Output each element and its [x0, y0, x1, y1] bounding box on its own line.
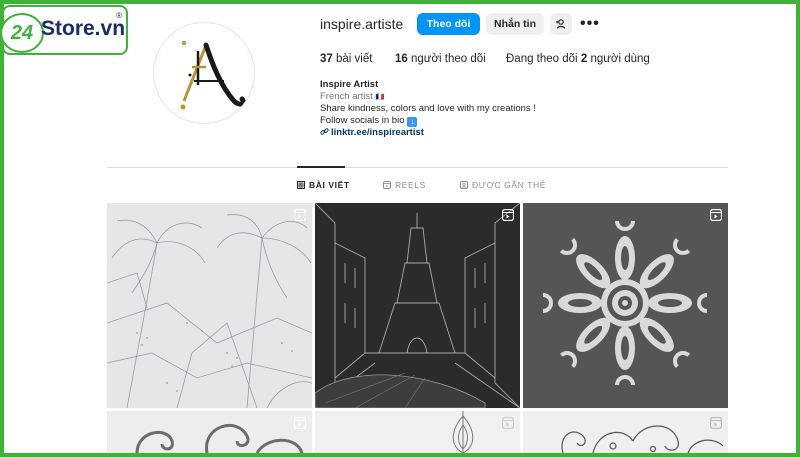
- followers-count[interactable]: 16 người theo dõi: [395, 53, 486, 65]
- down-arrow-icon: ↓: [407, 117, 418, 127]
- following-count-label: người dùng: [590, 53, 650, 65]
- following-count[interactable]: Đang theo dõi 2 người dùng: [506, 53, 650, 65]
- reels-icon: [383, 181, 391, 189]
- bio-follow-text: Follow socials in bio: [320, 115, 405, 126]
- profile-display-name: Inspire Artist: [320, 79, 379, 90]
- bio-text: Share kindness, colors and love with my …: [320, 103, 536, 114]
- tab-posts[interactable]: BÀI VIẾT: [297, 180, 350, 190]
- tab-tagged-label: ĐƯỢC GẮN THẺ: [472, 180, 547, 190]
- followers-count-value: 16: [395, 53, 408, 65]
- tab-reels[interactable]: REELS: [383, 180, 426, 190]
- palm-trees-coloring-image: [107, 214, 312, 408]
- grid-icon: [297, 181, 305, 189]
- bio-follow-line: Follow socials in bio ↓: [320, 115, 418, 127]
- following-count-value: 2: [580, 53, 588, 65]
- peacock-feather-image: [452, 411, 474, 453]
- suggest-user-button[interactable]: [550, 13, 572, 35]
- posts-count-value: 37: [320, 53, 333, 65]
- tabs-divider: [107, 167, 728, 168]
- follow-button[interactable]: Theo dõi: [417, 13, 480, 35]
- swirls-image: [135, 424, 304, 453]
- tagged-icon: [460, 181, 468, 189]
- posts-count: 37 bài viết: [320, 53, 372, 65]
- store-logo: 24 Store.vn ®: [0, 5, 128, 55]
- following-prefix: Đang theo dõi: [506, 53, 578, 65]
- category-text: French artist: [320, 91, 373, 102]
- more-options-icon[interactable]: •••: [580, 15, 600, 33]
- link-icon: [320, 128, 329, 135]
- logo-brand: Store.vn: [41, 17, 126, 40]
- post-tile[interactable]: [315, 411, 520, 453]
- artist-monogram-icon: [180, 41, 246, 110]
- bio-link-text: linktr.ee/inspireartist: [331, 127, 424, 138]
- logo-badge: 24: [0, 13, 44, 53]
- reel-badge-icon: [710, 417, 722, 429]
- add-person-icon: [556, 19, 566, 29]
- paisley-image: [561, 425, 724, 453]
- post-tile[interactable]: [523, 411, 728, 453]
- france-flag-icon: 🇫🇷: [375, 94, 385, 101]
- reel-badge-icon: [502, 209, 514, 221]
- profile-avatar[interactable]: [153, 22, 255, 124]
- reel-badge-icon: [294, 209, 306, 221]
- tab-tagged[interactable]: ĐƯỢC GẮN THẺ: [460, 180, 546, 190]
- profile-username: inspire.artiste: [320, 16, 404, 32]
- tab-posts-label: BÀI VIẾT: [309, 180, 350, 190]
- followers-count-label: người theo dõi: [411, 53, 486, 65]
- post-tile[interactable]: [107, 203, 312, 408]
- tab-reels-label: REELS: [395, 180, 426, 190]
- reel-badge-icon: [502, 417, 514, 429]
- reel-badge-icon: [294, 417, 306, 429]
- post-tile[interactable]: [523, 203, 728, 408]
- post-tile[interactable]: [107, 411, 312, 453]
- posts-count-label: bài viết: [336, 53, 373, 65]
- reel-badge-icon: [710, 209, 722, 221]
- active-tab-indicator: [297, 166, 345, 168]
- profile-category: French artist 🇫🇷: [320, 91, 384, 102]
- mandala-image: [523, 203, 728, 408]
- message-button[interactable]: Nhắn tin: [486, 13, 544, 35]
- logo-registered: ®: [116, 11, 122, 20]
- eiffel-tower-street-image: [315, 203, 520, 408]
- bio-link[interactable]: linktr.ee/inspireartist: [320, 127, 424, 138]
- post-tile[interactable]: [315, 203, 520, 408]
